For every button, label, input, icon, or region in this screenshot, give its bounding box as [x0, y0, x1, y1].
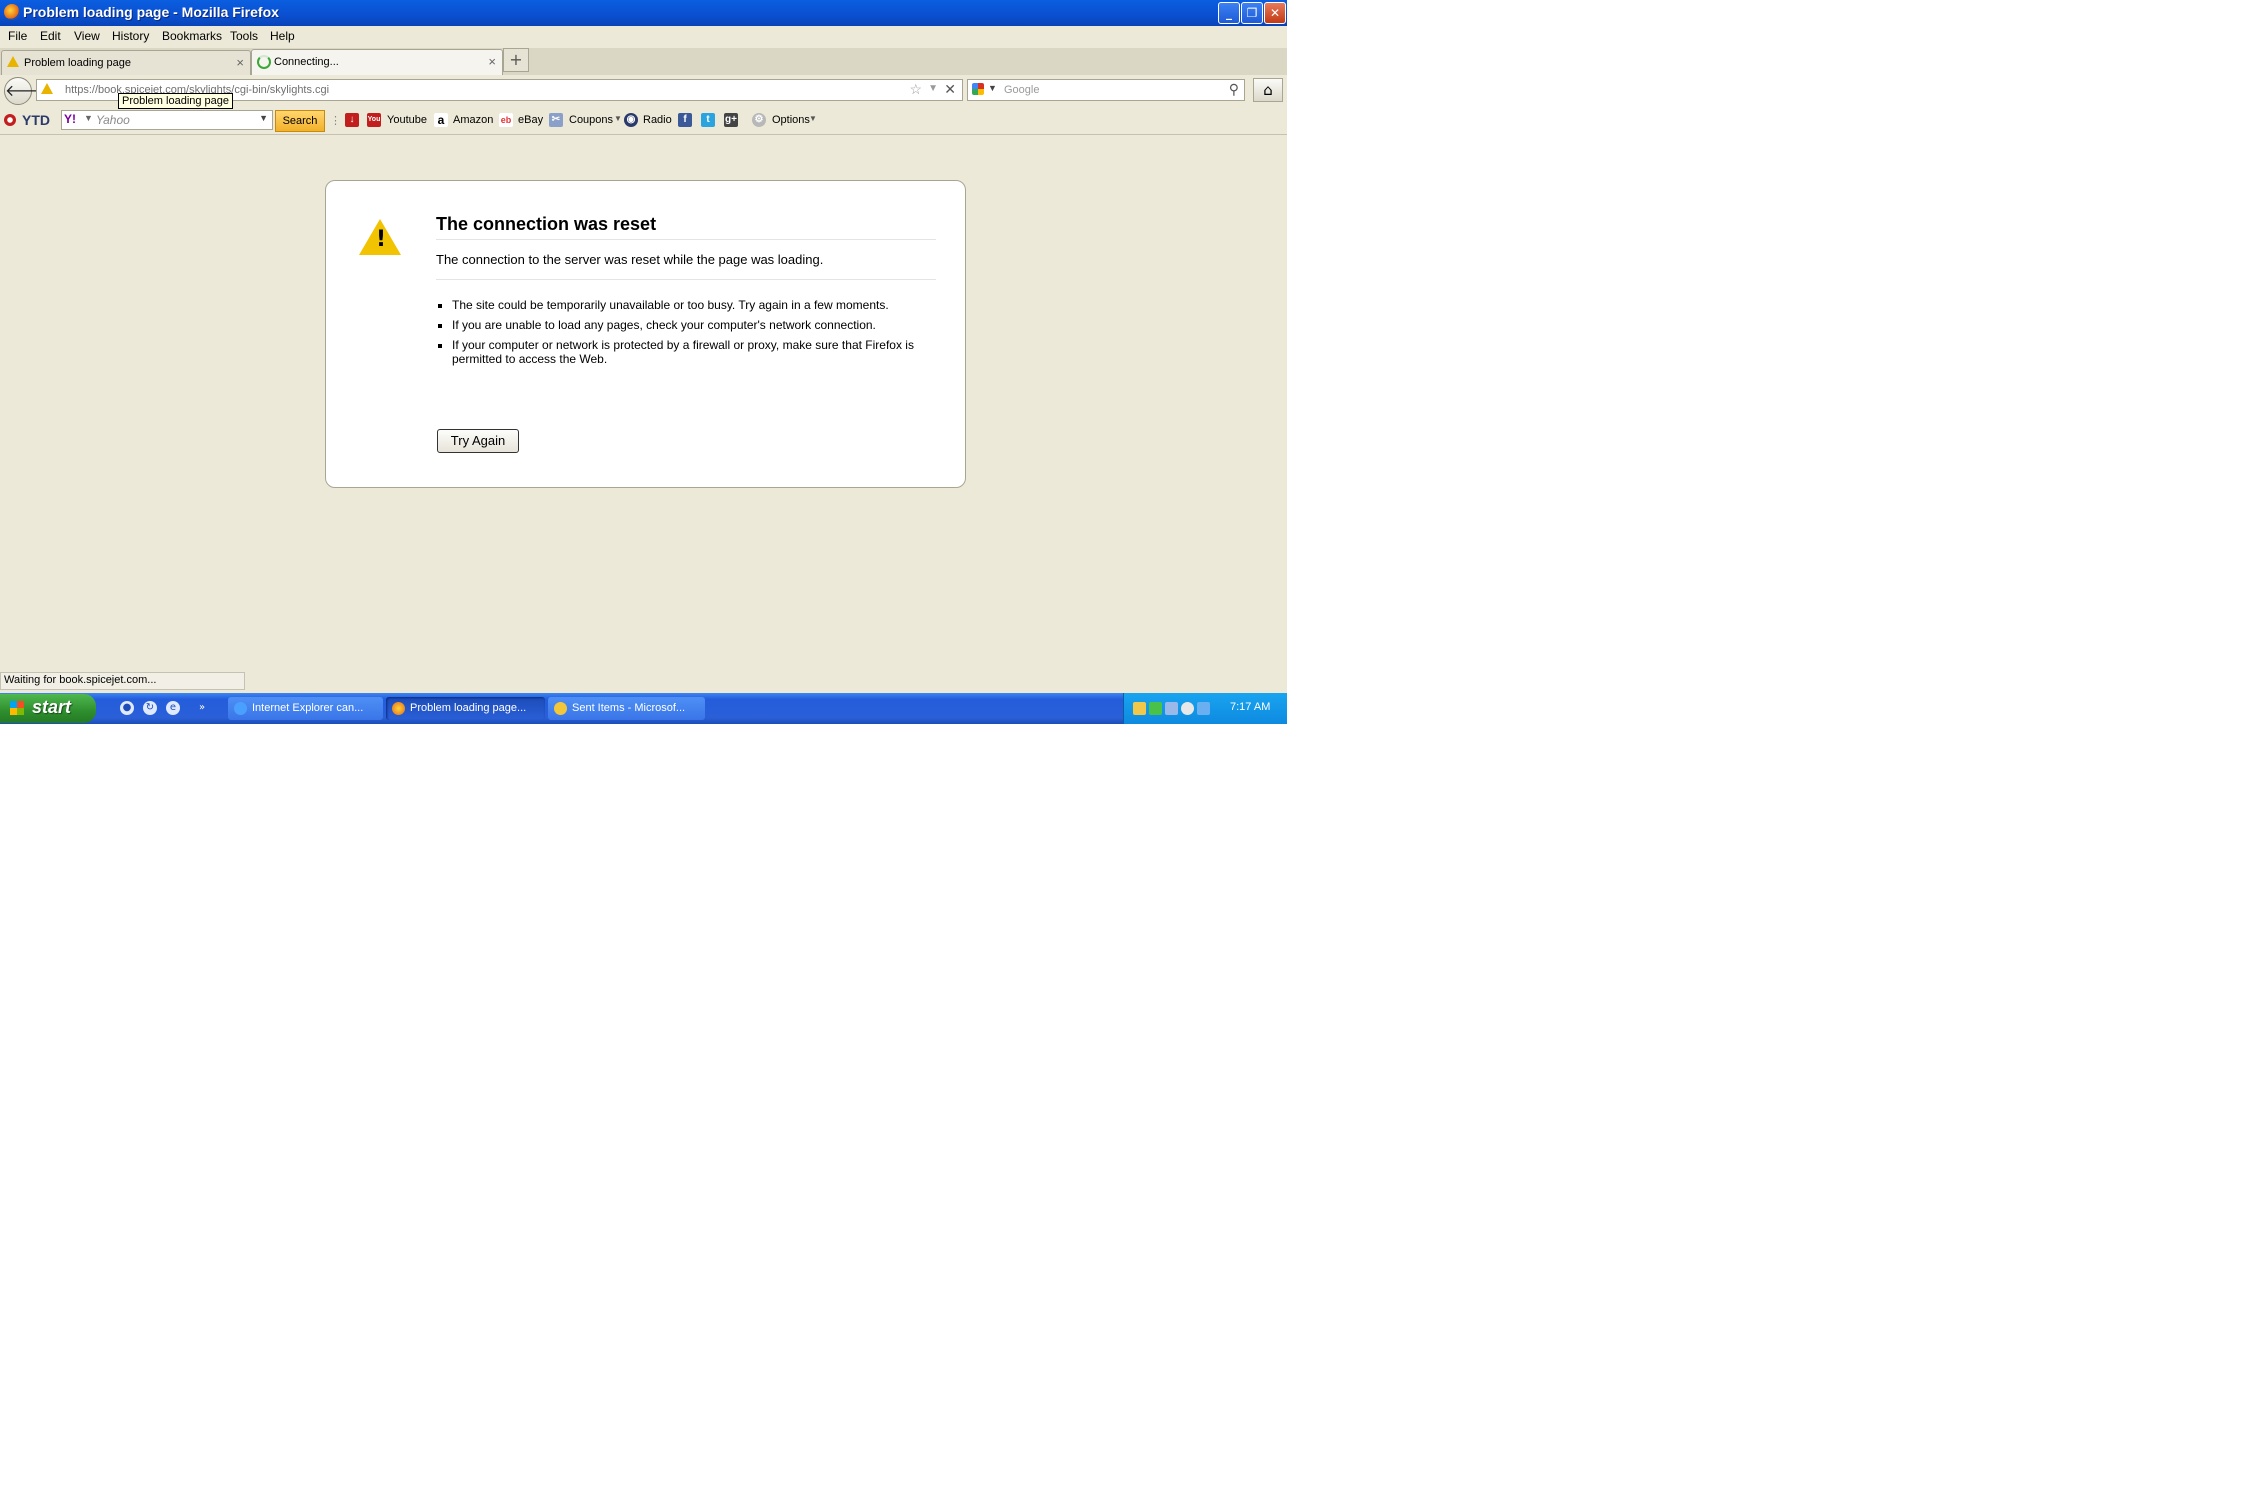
tab-label: Problem loading page — [24, 57, 132, 69]
yahoo-search-field[interactable]: Y! ▼ Yahoo ▼ — [61, 110, 273, 130]
radio-icon[interactable]: ◉ — [624, 113, 638, 127]
toolbar-grip-icon: ⋮ — [330, 115, 341, 127]
error-title: The connection was reset — [436, 214, 936, 240]
tray-messenger-icon[interactable] — [1133, 702, 1146, 715]
suggestion-item: If you are unable to load any pages, che… — [452, 318, 922, 332]
restore-button[interactable]: ❐ — [1241, 2, 1263, 24]
status-bar: Waiting for book.spicejet.com... — [0, 672, 245, 690]
toolbar-link-coupons[interactable]: Coupons — [569, 114, 613, 126]
taskbar: start ● ↻ e » Internet Explorer can... P… — [0, 693, 1287, 724]
yahoo-toolbar: YTD Y! ▼ Yahoo ▼ Search ⋮ ↓ You Youtube … — [0, 106, 1287, 135]
options-gear-icon[interactable]: ⚙ — [752, 113, 766, 127]
suggestion-item: The site could be temporarily unavailabl… — [452, 298, 922, 312]
yahoo-search-input[interactable]: Yahoo — [96, 113, 130, 127]
search-bar[interactable]: ▼ Google ⚲ — [967, 79, 1245, 101]
warning-icon — [7, 56, 19, 67]
magnifier-icon[interactable]: ⚲ — [1229, 81, 1239, 98]
googleplus-icon[interactable]: g+ — [724, 113, 738, 127]
twitter-icon[interactable]: t — [701, 113, 715, 127]
quicklaunch-ie-icon[interactable]: e — [166, 701, 180, 715]
close-window-button[interactable]: ✕ — [1264, 2, 1286, 24]
error-description: The connection to the server was reset w… — [436, 252, 936, 280]
toolbar-link-options[interactable]: Options — [772, 114, 810, 126]
site-warning-icon — [41, 83, 53, 94]
outlook-icon — [554, 702, 567, 715]
quicklaunch-refresh-icon[interactable]: ↻ — [143, 701, 157, 715]
taskbar-item-label: Internet Explorer can... — [252, 702, 364, 714]
new-tab-button[interactable]: + — [503, 48, 529, 72]
toolbar-link-amazon[interactable]: Amazon — [453, 114, 493, 126]
home-button[interactable]: ⌂ — [1253, 78, 1283, 102]
start-label: start — [32, 697, 72, 717]
ie-icon — [234, 702, 247, 715]
menu-file[interactable]: File — [8, 29, 27, 43]
menu-tools[interactable]: Tools — [230, 29, 258, 43]
youtube-icon[interactable]: You — [367, 113, 381, 127]
try-again-button[interactable]: Try Again — [437, 429, 519, 453]
toolbar-link-youtube[interactable]: Youtube — [387, 114, 427, 126]
google-icon[interactable] — [972, 83, 984, 95]
tab-connecting[interactable]: Connecting... × — [251, 49, 503, 75]
yahoo-dropdown-icon[interactable]: ▼ — [84, 113, 93, 123]
url-dropdown-icon[interactable]: ▼ — [928, 83, 938, 94]
menu-view[interactable]: View — [74, 29, 100, 43]
tray-network-icon[interactable] — [1165, 702, 1178, 715]
yahoo-logo: Y! — [64, 112, 76, 126]
taskbar-item-firefox[interactable]: Problem loading page... — [386, 697, 545, 720]
quicklaunch-icon[interactable]: ● — [120, 701, 134, 715]
taskbar-item-label: Problem loading page... — [410, 702, 527, 714]
error-panel: ! The connection was reset The connectio… — [325, 180, 966, 488]
tab-label: Connecting... — [274, 56, 339, 68]
start-button[interactable]: start — [0, 694, 96, 723]
tray-wireless-icon[interactable] — [1197, 702, 1210, 715]
yahoo-history-dropdown-icon[interactable]: ▼ — [259, 113, 268, 123]
tab-close-icon[interactable]: × — [236, 55, 244, 70]
taskbar-item-label: Sent Items - Microsof... — [572, 702, 686, 714]
amazon-icon[interactable]: a — [434, 113, 448, 127]
suggestion-item: If your computer or network is protected… — [452, 338, 922, 366]
clock: 7:17 AM — [1230, 701, 1271, 713]
taskbar-item-ie[interactable]: Internet Explorer can... — [228, 697, 383, 720]
error-suggestions: The site could be temporarily unavailabl… — [434, 298, 922, 372]
menu-bar: File Edit View History Bookmarks Tools H… — [0, 26, 1287, 48]
tray-volume-icon[interactable] — [1181, 702, 1194, 715]
tray-security-icon[interactable] — [1149, 702, 1162, 715]
status-text: Waiting for book.spicejet.com... — [4, 674, 157, 686]
firefox-icon — [392, 702, 405, 715]
options-dropdown-icon[interactable]: ▼ — [809, 114, 817, 123]
download-icon[interactable]: ↓ — [345, 113, 359, 127]
coupons-icon[interactable]: ✂ — [549, 113, 563, 127]
yahoo-search-button[interactable]: Search — [275, 110, 325, 132]
toolbar-link-ebay[interactable]: eBay — [518, 114, 543, 126]
menu-history[interactable]: History — [112, 29, 149, 43]
window-titlebar: Problem loading page - Mozilla Firefox _… — [0, 0, 1287, 26]
taskbar-item-outlook[interactable]: Sent Items - Microsof... — [548, 697, 705, 720]
menu-bookmarks[interactable]: Bookmarks — [162, 29, 222, 43]
back-button[interactable]: 🡐 — [4, 77, 48, 105]
menu-help[interactable]: Help — [270, 29, 295, 43]
menu-edit[interactable]: Edit — [40, 29, 61, 43]
tab-problem-loading[interactable]: Problem loading page × — [1, 50, 251, 75]
tab-close-icon[interactable]: × — [488, 54, 496, 69]
loading-icon — [257, 55, 271, 69]
minimize-button[interactable]: _ — [1218, 2, 1240, 24]
toolbar-link-radio[interactable]: Radio — [643, 114, 672, 126]
facebook-icon[interactable]: f — [678, 113, 692, 127]
ebay-icon[interactable]: eb — [499, 113, 513, 127]
coupons-dropdown-icon[interactable]: ▼ — [614, 114, 622, 123]
stop-icon[interactable]: ✕ — [944, 81, 956, 98]
warning-exclamation: ! — [376, 227, 387, 252]
windows-logo-icon — [10, 701, 24, 715]
desktop-screen: Problem loading page - Mozilla Firefox _… — [0, 0, 1287, 724]
search-engine-dropdown-icon[interactable]: ▼ — [988, 83, 997, 93]
firefox-icon — [4, 4, 20, 20]
search-input[interactable]: Google — [1004, 84, 1039, 96]
ytd-label[interactable]: YTD — [22, 112, 50, 128]
system-tray: 7:17 AM — [1123, 693, 1287, 724]
bookmark-star-icon[interactable]: ☆ — [909, 81, 922, 98]
quicklaunch-more-icon[interactable]: » — [195, 701, 209, 715]
ytd-icon[interactable] — [4, 114, 16, 126]
window-title: Problem loading page - Mozilla Firefox — [23, 4, 279, 20]
tooltip: Problem loading page — [118, 93, 234, 109]
